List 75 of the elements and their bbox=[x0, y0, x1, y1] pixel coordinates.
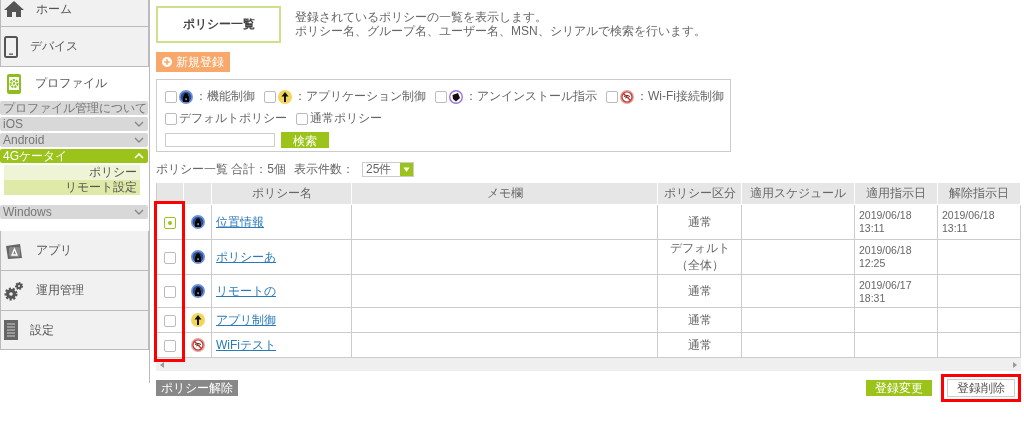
column-header: 適用スケジュール bbox=[750, 186, 846, 200]
table-cell: 通常 bbox=[687, 283, 712, 298]
menu-link[interactable]: プロファイル管理について bbox=[0, 101, 148, 115]
column-header: 適用指示日 bbox=[866, 186, 926, 200]
table-cell: デフォルト（全体） bbox=[669, 241, 730, 272]
nav-item[interactable]: 運用管理 bbox=[0, 271, 149, 311]
home-icon bbox=[4, 1, 24, 17]
policy-link[interactable]: ポリシーあ bbox=[216, 249, 276, 264]
document-icon bbox=[4, 320, 18, 340]
table-cell: 2019/06/18 13:11 bbox=[942, 209, 995, 234]
table-cell: 通常 bbox=[687, 337, 712, 352]
checkbox[interactable] bbox=[164, 314, 176, 327]
menu-group[interactable]: Windows bbox=[0, 205, 148, 219]
delete-button[interactable]: 登録削除 bbox=[947, 379, 1015, 397]
filter-label: ：機能制御 bbox=[195, 88, 255, 105]
app-icon bbox=[4, 241, 24, 260]
lock-icon bbox=[190, 250, 205, 264]
policy-link[interactable]: 位置情報 bbox=[216, 214, 264, 229]
submenu-item[interactable]: ポリシー bbox=[4, 165, 140, 180]
page-description: ポリシー名、グループ名、ユーザー名、MSN、シリアルで検索を行います。 bbox=[295, 24, 706, 38]
filter-label: 通常ポリシー bbox=[310, 110, 382, 127]
chevron-down-icon bbox=[134, 209, 144, 215]
lock-icon bbox=[179, 89, 193, 104]
checkbox[interactable] bbox=[296, 112, 308, 125]
total-count: ポリシー一覧 合計：5個 bbox=[156, 161, 286, 178]
search-field[interactable] bbox=[165, 133, 275, 147]
nav-item[interactable]: 設定 bbox=[0, 311, 149, 350]
filter-label: デフォルトポリシー bbox=[179, 110, 287, 127]
column-header: メモ欄 bbox=[486, 186, 523, 200]
tablet-icon bbox=[4, 35, 18, 58]
page-size-label: 表示件数： bbox=[294, 161, 354, 178]
checkbox[interactable] bbox=[435, 90, 447, 103]
table-cell: 2019/06/18 13:11 bbox=[859, 209, 912, 234]
lock-icon bbox=[190, 284, 205, 298]
checkbox[interactable] bbox=[165, 112, 177, 125]
menu-group[interactable]: Android bbox=[0, 133, 148, 147]
page-size-select[interactable]: 25件 bbox=[362, 162, 415, 177]
gears-icon bbox=[4, 280, 24, 301]
checkbox[interactable] bbox=[165, 90, 177, 103]
menu-group[interactable]: iOS bbox=[0, 117, 148, 131]
lock-icon bbox=[190, 215, 205, 229]
plus-circle-icon bbox=[162, 57, 172, 67]
filter-label: ：アプリケーション制御 bbox=[294, 88, 426, 105]
column-header: 解除指示日 bbox=[949, 186, 1009, 200]
scroll-right-icon bbox=[1013, 361, 1017, 368]
checkbox[interactable] bbox=[606, 90, 618, 103]
up-arrow-icon bbox=[278, 89, 292, 104]
release-button[interactable]: ポリシー解除 bbox=[156, 380, 238, 396]
column-header: ポリシー区分 bbox=[663, 186, 736, 200]
nav-item[interactable]: デバイス bbox=[0, 27, 149, 67]
page-description: 登録されているポリシーの一覧を表示します。 bbox=[295, 10, 548, 24]
scrollbar[interactable] bbox=[156, 358, 1021, 371]
no-wifi-icon bbox=[620, 89, 634, 104]
checkbox[interactable] bbox=[164, 251, 176, 264]
checkbox[interactable] bbox=[164, 285, 176, 298]
filter-label: ：Wi-Fi接続制御 bbox=[636, 88, 724, 105]
column-header: ポリシー名 bbox=[251, 186, 312, 200]
page-title: ポリシー一覧 bbox=[156, 6, 281, 43]
table-cell: 2019/06/18 12:25 bbox=[859, 244, 912, 269]
checkbox[interactable] bbox=[164, 339, 176, 352]
checkbox[interactable] bbox=[264, 90, 276, 103]
table-cell: 2019/06/17 18:31 bbox=[859, 279, 912, 304]
checkbox[interactable] bbox=[164, 216, 176, 229]
table-cell: 通常 bbox=[687, 214, 712, 229]
policy-link[interactable]: リモートの bbox=[216, 283, 276, 298]
filter-label: ：アンインストール指示 bbox=[465, 88, 597, 105]
submenu-item[interactable]: リモート設定 bbox=[4, 180, 140, 195]
phone-gear-icon bbox=[5, 72, 23, 95]
nav-item[interactable]: ホーム bbox=[0, 0, 149, 27]
uninstall-icon bbox=[449, 89, 463, 104]
table-cell: 通常 bbox=[687, 312, 712, 327]
nav-item[interactable]: アプリ bbox=[0, 231, 149, 271]
scroll-left-icon bbox=[160, 361, 164, 368]
chevron-up-icon bbox=[134, 153, 144, 159]
no-wifi-icon bbox=[190, 338, 205, 352]
